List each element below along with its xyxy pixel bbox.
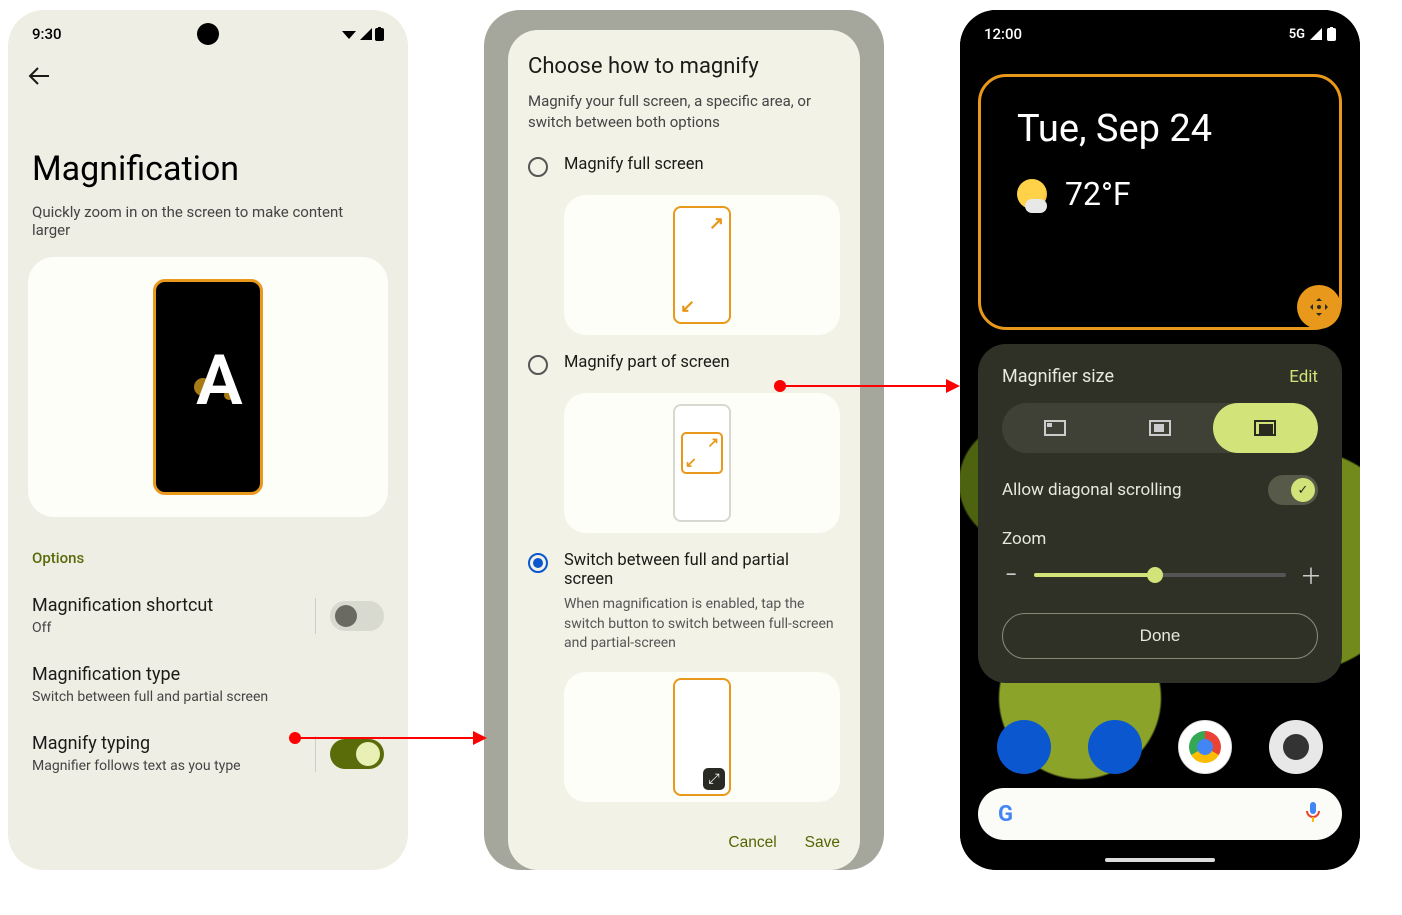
widget-date: Tue, Sep 24 [1017,107,1303,151]
camera-cutout-icon [197,23,219,45]
status-bar: 9:30 [8,10,408,58]
phone-app-icon[interactable] [997,720,1051,774]
size-large-icon [1254,420,1276,436]
check-icon: ✓ [1291,478,1315,502]
option-label: Magnify part of screen [564,353,840,372]
status-icons: 5G [1289,27,1336,42]
radio-icon [528,157,548,177]
mic-icon[interactable] [1304,801,1322,827]
dialog-actions: Cancel Save [528,834,840,852]
search-bar[interactable]: G [978,788,1342,840]
panel-title: Magnifier size [1002,366,1114,387]
settings-magnification-screen: 9:30 Magnification Quickly zoom in on th… [8,10,408,870]
radio-icon [528,355,548,375]
clock: 12:00 [984,25,1022,43]
back-button[interactable] [8,58,408,99]
slider-thumb[interactable] [1147,567,1163,583]
shortcut-toggle[interactable] [330,601,384,631]
zoom-out-button[interactable]: − [1002,563,1020,588]
magnification-illustration: A [28,257,388,517]
dialog-sheet: Choose how to magnify Magnify your full … [508,30,860,870]
size-small[interactable] [1002,403,1107,453]
zoom-in-button[interactable]: ＋ [1300,559,1318,591]
dialog-title: Choose how to magnify [528,54,840,79]
diagonal-scroll-toggle[interactable]: ✓ [1268,475,1318,505]
save-button[interactable]: Save [805,834,840,852]
row-sublabel: Switch between full and partial screen [32,689,268,705]
magnifier-settings-panel: Magnifier size Edit Allow diagonal scrol… [978,344,1342,683]
option-switch[interactable]: Switch between full and partial screen W… [528,551,840,654]
options-header: Options [8,535,408,581]
camera-app-icon[interactable] [1269,720,1323,774]
row-label: Magnification shortcut [32,595,213,616]
signal-icon [359,27,373,41]
option-part-screen[interactable]: Magnify part of screen [528,353,840,375]
option-full-screen[interactable]: Magnify full screen [528,155,840,177]
done-button[interactable]: Done [1002,613,1318,659]
dock [960,720,1360,774]
status-bar: 12:00 5G [960,10,1360,58]
radio-checked-icon [528,553,548,573]
arrow-left-icon [28,67,50,85]
zoom-slider-row: − ＋ [1002,559,1318,591]
row-magnification-type[interactable]: Magnification type Switch between full a… [8,650,408,719]
row-label: Magnification type [32,664,268,685]
magnify-type-dialog-screen: Choose how to magnify Magnify your full … [484,10,884,870]
row-label: Magnify typing [32,733,241,754]
annotation-arrow-1 [295,737,485,739]
magnifier-viewport[interactable]: Tue, Sep 24 72°F [978,74,1342,330]
google-logo-icon: G [998,802,1013,827]
widget-temp: 72°F [1065,175,1131,213]
diagonal-scroll-label: Allow diagonal scrolling [1002,480,1182,500]
battery-icon [375,27,384,41]
zoom-label: Zoom [1002,529,1318,549]
option-description: When magnification is enabled, tap the s… [564,595,840,654]
row-magnification-shortcut[interactable]: Magnification shortcut Off [8,581,408,650]
preview-full-screen: ↗↙ [564,195,840,335]
wifi-icon [341,27,357,41]
widget-weather: 72°F [1017,175,1303,213]
clock: 9:30 [32,25,62,43]
size-medium-icon [1149,420,1171,436]
cancel-button[interactable]: Cancel [728,834,776,852]
messages-app-icon[interactable] [1088,720,1142,774]
size-large[interactable] [1213,403,1318,453]
device-full-icon: ↗↙ [673,206,731,324]
weather-sun-icon [1017,179,1047,209]
pan-icon [1308,296,1330,318]
option-label: Magnify full screen [564,155,840,174]
size-medium[interactable] [1107,403,1212,453]
page-subtitle: Quickly zoom in on the screen to make co… [8,203,408,257]
preview-switch: ⤢ [564,672,840,802]
row-sublabel: Magnifier follows text as you type [32,758,241,774]
annotation-arrow-2 [780,385,958,387]
home-magnifier-active-screen: 12:00 5G Tue, Sep 24 72°F Magnifier size… [960,10,1360,870]
device-switch-icon: ⤢ [673,678,731,796]
preview-part-screen: ↗↙ [564,393,840,533]
page-title: Magnification [8,99,408,203]
signal-icon [1309,27,1323,41]
divider [315,598,316,634]
edit-button[interactable]: Edit [1289,367,1318,387]
battery-icon [1327,27,1336,41]
size-small-icon [1044,420,1066,436]
dialog-subtitle: Magnify your full screen, a specific are… [528,91,840,133]
row-sublabel: Off [32,620,213,636]
zoom-slider[interactable] [1034,573,1286,577]
network-label: 5G [1289,27,1305,42]
option-label: Switch between full and partial screen [564,551,840,589]
device-preview-icon: A [153,279,263,495]
status-icons [341,27,384,41]
size-segmented-control [1002,403,1318,453]
typing-toggle[interactable] [330,739,384,769]
switch-badge-icon: ⤢ [703,768,725,790]
magnifier-drag-handle[interactable] [1297,285,1341,329]
device-partial-icon: ↗↙ [673,404,731,522]
divider [315,736,316,772]
chrome-app-icon[interactable] [1178,720,1232,774]
gesture-hint-bar[interactable] [1105,858,1215,862]
row-magnify-typing[interactable]: Magnify typing Magnifier follows text as… [8,719,408,788]
